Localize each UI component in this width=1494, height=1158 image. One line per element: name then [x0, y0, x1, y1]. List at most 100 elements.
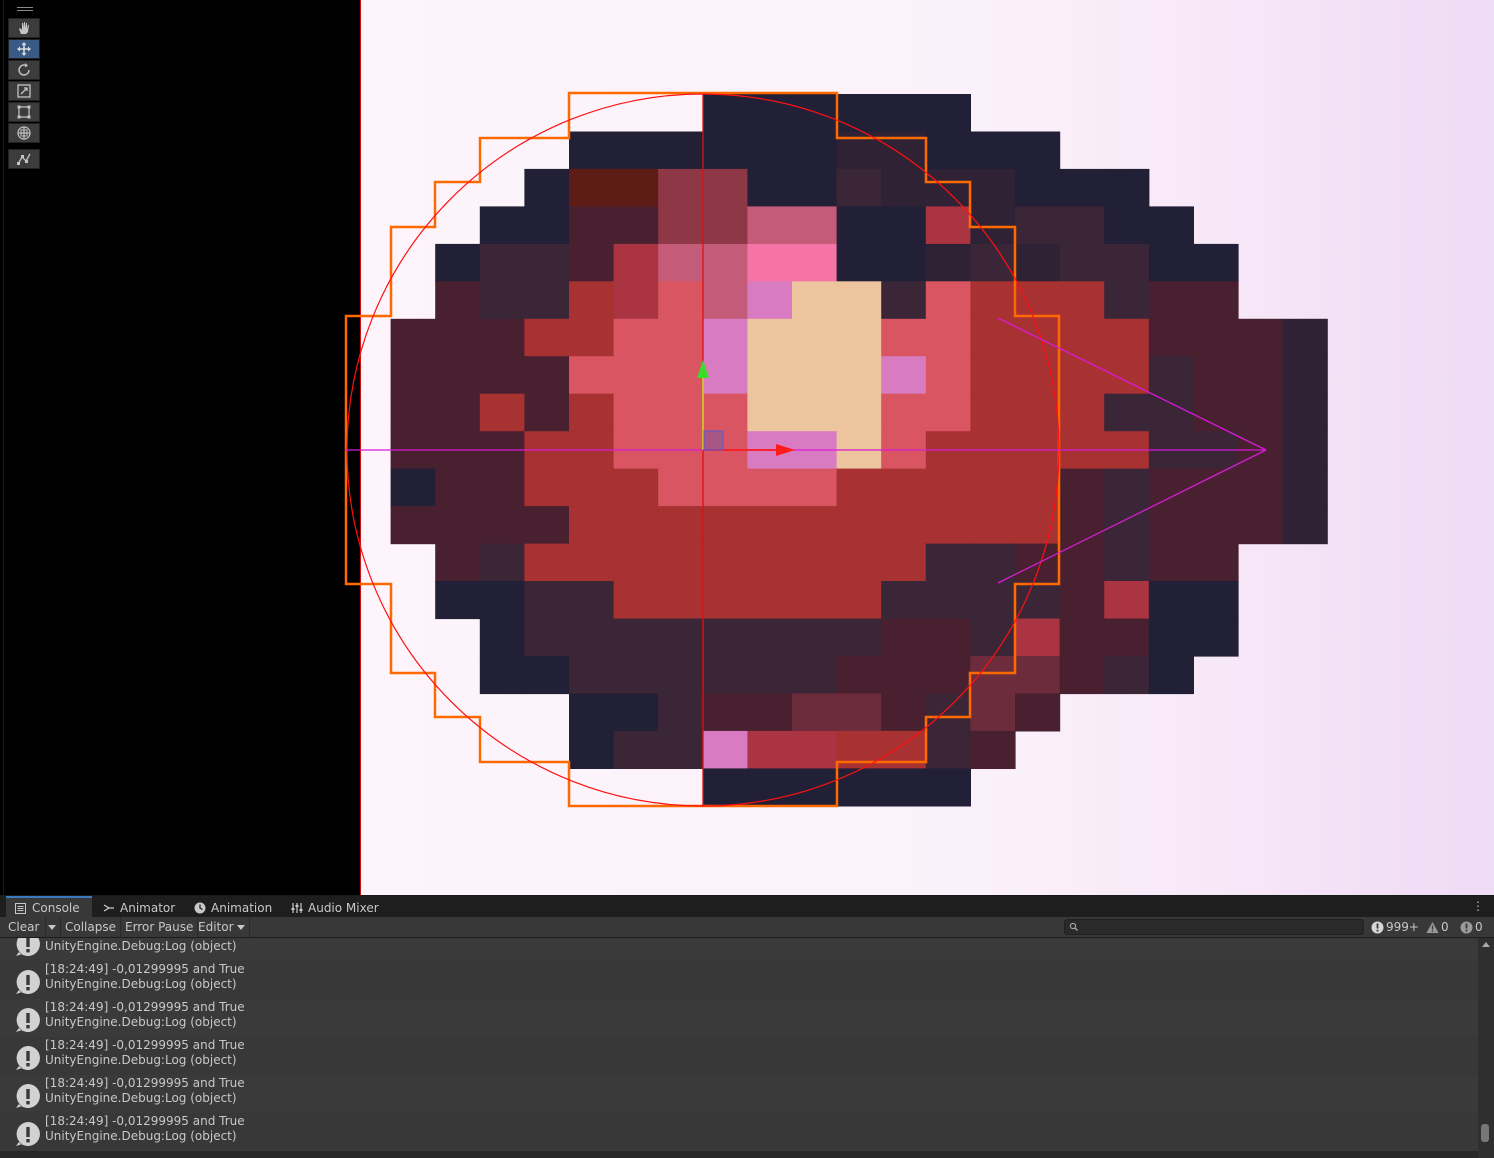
sprite-pixel — [970, 693, 1016, 732]
log-entry[interactable]: [18:24:49] -0,01299995 and TrueUnityEngi… — [0, 1037, 1478, 1075]
sprite-pixel — [970, 656, 1016, 695]
sprite-pixel — [390, 506, 436, 545]
warning-icon — [1426, 921, 1439, 933]
kebab-menu-icon[interactable]: ⋮ — [1472, 899, 1484, 913]
hand-tool-button[interactable] — [8, 18, 40, 38]
sprite-pixel — [702, 356, 748, 395]
sprite-pixel — [970, 206, 1016, 245]
sprite-pixel — [435, 581, 481, 620]
sprite-pixel — [881, 768, 927, 807]
sprite-pixel — [970, 281, 1016, 320]
sprite-pixel — [1104, 393, 1150, 432]
search-input[interactable] — [1064, 919, 1364, 935]
sprite-pixel — [1059, 206, 1105, 245]
sprite-pixel — [1104, 318, 1150, 357]
log-entry[interactable]: [18:24:49] -0,01299995 and TrueUnityEngi… — [0, 961, 1478, 999]
sprite-pixel — [479, 243, 525, 282]
scroll-up-icon[interactable] — [1482, 942, 1490, 947]
tab-console-label: Console — [32, 901, 80, 915]
sprite-pixel — [435, 506, 481, 545]
sprite-pixel — [1015, 168, 1061, 207]
sprite-pixel — [747, 94, 793, 133]
sprite-pixel — [702, 281, 748, 320]
scale-tool-button[interactable] — [8, 81, 40, 101]
sprite-pixel — [1059, 281, 1105, 320]
console-icon — [14, 902, 27, 915]
log-count-toggle[interactable]: 999+ — [1371, 917, 1419, 937]
sprite-pixel — [658, 730, 704, 769]
sprite-pixel — [569, 131, 615, 170]
sprite-pixel — [702, 693, 748, 732]
warning-count-toggle[interactable]: 0 — [1426, 917, 1449, 937]
toolbar-grip[interactable] — [8, 4, 42, 14]
log-entry[interactable]: [18:24:49] -0,01299995 and TrueUnityEngi… — [0, 938, 1478, 961]
tab-animator[interactable]: Animator — [94, 898, 183, 918]
tab-audio-mixer[interactable]: Audio Mixer — [282, 898, 387, 918]
sprite-pixel — [569, 543, 615, 582]
error-count-toggle[interactable]: 0 — [1460, 917, 1483, 937]
editor-dropdown[interactable]: Editor — [194, 917, 250, 937]
sprite-pixel — [836, 506, 882, 545]
sprite-pixel — [925, 543, 971, 582]
rect-tool-button[interactable] — [8, 102, 40, 122]
sprite-pixel — [1193, 618, 1239, 657]
sprite-pixel — [613, 506, 659, 545]
sprite-pixel — [747, 356, 793, 395]
sprite-pixel — [836, 168, 882, 207]
log-entry[interactable]: [18:24:49] -0,01299995 and TrueUnityEngi… — [0, 999, 1478, 1037]
error-icon — [1460, 921, 1473, 933]
log-message: [18:24:49] -0,01299995 and True — [45, 1114, 245, 1128]
collapse-toggle[interactable]: Collapse — [61, 917, 121, 937]
log-entry[interactable]: [18:24:49] -0,01299995 and TrueUnityEngi… — [0, 1075, 1478, 1113]
sprite-pixel — [747, 243, 793, 282]
scroll-thumb[interactable] — [1481, 1124, 1489, 1142]
console-scrollbar[interactable] — [1478, 938, 1494, 1158]
plane-handle[interactable] — [703, 430, 724, 451]
sprite-pixel — [524, 543, 570, 582]
move-tool-button[interactable] — [8, 39, 40, 59]
sprite-pixel — [1015, 656, 1061, 695]
sprite-pixel — [524, 618, 570, 657]
sprite-pixel — [702, 168, 748, 207]
sprite-pixel — [479, 281, 525, 320]
sprite-pixel — [836, 768, 882, 807]
sprite-pixel — [569, 468, 615, 507]
sprite-pixel — [569, 356, 615, 395]
tab-animation[interactable]: Animation — [185, 898, 280, 918]
sprite-pixel — [747, 468, 793, 507]
log-entry[interactable]: [18:24:49] -0,01299995 and TrueUnityEngi… — [0, 1113, 1478, 1151]
sprite-pixel — [1104, 618, 1150, 657]
sprite-pixel — [613, 393, 659, 432]
sprite-pixel — [479, 206, 525, 245]
clear-button[interactable]: Clear — [4, 917, 46, 937]
sprite-pixel — [702, 581, 748, 620]
sprite-pixel — [1238, 393, 1284, 432]
sprite-pixel — [658, 356, 704, 395]
custom-tool-button[interactable] — [8, 149, 40, 169]
error-pause-toggle[interactable]: Error Pause — [121, 917, 199, 937]
sprite-pixel — [479, 318, 525, 357]
sprite-pixel — [479, 393, 525, 432]
sprite-pixel — [836, 94, 882, 133]
sprite-pixel — [1148, 206, 1194, 245]
tab-console[interactable]: Console — [6, 896, 92, 918]
error-count: 0 — [1475, 920, 1483, 934]
sprite-pixel — [792, 468, 838, 507]
clear-options-dropdown[interactable] — [46, 917, 61, 937]
sprite-pixel — [658, 468, 704, 507]
sprite-pixel — [524, 506, 570, 545]
sprite-pixel — [702, 318, 748, 357]
scene-view[interactable] — [0, 0, 1494, 895]
sprite-pixel — [1238, 506, 1284, 545]
console-log-list[interactable]: [18:24:49] -0,01299995 and TrueUnityEngi… — [0, 938, 1478, 1158]
rotate-tool-button[interactable] — [8, 60, 40, 80]
hand-icon — [19, 22, 29, 34]
sprite-pixel — [925, 356, 971, 395]
transform-tool-button[interactable] — [8, 123, 40, 143]
sprite-pixel — [792, 730, 838, 769]
sprite-pixel — [1059, 243, 1105, 282]
sprite-pixel — [702, 468, 748, 507]
sprite-canvas[interactable] — [0, 0, 1494, 895]
sprite-pixel — [1282, 506, 1328, 545]
sprite-pixel — [881, 243, 927, 282]
